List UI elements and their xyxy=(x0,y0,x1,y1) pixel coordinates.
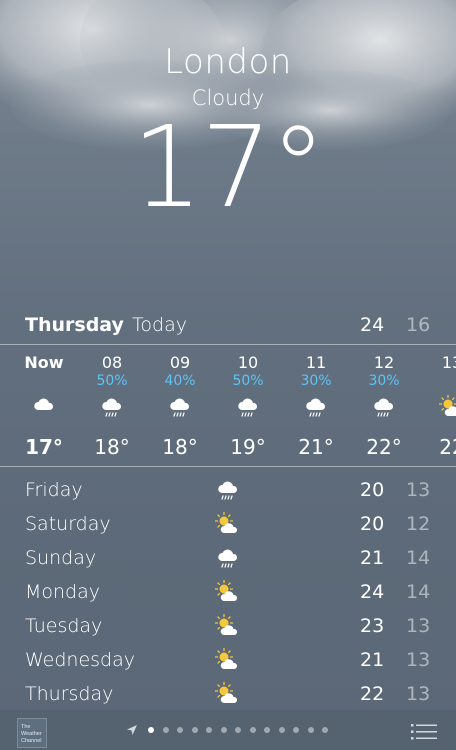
page-dot[interactable] xyxy=(220,727,227,733)
hourly-item: 11 30% 21° xyxy=(282,345,350,465)
partly-sunny-icon xyxy=(214,579,241,604)
today-day-name: Thursday xyxy=(25,314,124,336)
precip-chance: 40% xyxy=(164,373,196,389)
hourly-item: 12 30% 22° xyxy=(350,345,418,465)
day-name: Saturday xyxy=(25,513,111,535)
svg-text:Channel: Channel xyxy=(21,738,42,744)
hour-time: 08 xyxy=(101,353,123,372)
page-dot[interactable] xyxy=(249,727,256,733)
rain-cloud-icon xyxy=(235,395,261,419)
day-low: 13 xyxy=(406,649,431,671)
day-high: 24 xyxy=(360,581,385,603)
hour-temperature: 22° xyxy=(366,435,402,459)
daily-row: Thursday 22 13 xyxy=(0,678,456,712)
daily-row: Friday 20 13 xyxy=(0,474,456,508)
today-summary-row: Thursday Today 24 16 xyxy=(0,314,456,342)
hour-temperature: 17° xyxy=(25,435,63,459)
hour-temperature: 22 xyxy=(439,435,456,459)
location-arrow-icon xyxy=(127,725,137,735)
hour-time: 10 xyxy=(237,353,259,372)
rain-cloud-icon xyxy=(167,395,193,419)
day-name: Sunday xyxy=(25,547,97,569)
page-dot[interactable] xyxy=(322,727,328,733)
day-low: 14 xyxy=(406,547,431,569)
hour-time: 12 xyxy=(373,353,395,372)
day-low: 14 xyxy=(406,581,431,603)
divider xyxy=(0,466,456,467)
hour-time: Now xyxy=(24,353,64,372)
hour-temperature: 18° xyxy=(162,435,198,459)
day-low: 12 xyxy=(406,513,431,535)
hour-time: 13 xyxy=(441,353,456,372)
hourly-item: 10 50% 19° xyxy=(214,345,282,465)
hourly-item: Now 17° xyxy=(10,345,78,465)
day-high: 21 xyxy=(360,649,385,671)
precip-chance: 30% xyxy=(368,373,400,389)
page-dot[interactable] xyxy=(307,727,314,733)
page-dot[interactable] xyxy=(206,727,212,733)
rain-cloud-icon xyxy=(215,478,241,502)
precip-chance: 30% xyxy=(300,373,332,389)
footer-toolbar: The Weather Channel xyxy=(0,710,456,750)
page-dot[interactable] xyxy=(177,727,183,733)
hourly-item: 09 40% 18° xyxy=(146,345,214,465)
weather-channel-logo[interactable]: The Weather Channel xyxy=(17,718,47,748)
hour-temperature: 19° xyxy=(230,435,266,459)
day-high: 20 xyxy=(360,479,385,501)
day-high: 21 xyxy=(360,547,385,569)
day-name: Monday xyxy=(25,581,101,603)
day-name: Thursday xyxy=(25,683,114,705)
rain-cloud-icon xyxy=(99,395,125,419)
partly-sunny-icon xyxy=(214,613,241,638)
daily-row: Wednesday 21 13 xyxy=(0,644,456,678)
precip-chance: 50% xyxy=(232,373,264,389)
page-dot[interactable] xyxy=(264,727,270,733)
page-dot[interactable] xyxy=(235,727,241,733)
svg-text:The: The xyxy=(21,724,30,730)
hour-time: 11 xyxy=(305,353,327,372)
rain-cloud-icon xyxy=(371,395,397,419)
hourly-item: 13 22 xyxy=(418,345,456,465)
day-high: 23 xyxy=(360,615,385,637)
page-dot[interactable] xyxy=(162,727,169,733)
partly-sunny-icon xyxy=(438,394,456,419)
page-dot[interactable] xyxy=(191,727,198,733)
cloud-icon xyxy=(31,395,57,419)
weather-channel-logo-icon: The Weather Channel xyxy=(21,724,42,744)
partly-sunny-icon xyxy=(214,647,241,672)
day-name: Friday xyxy=(25,479,83,501)
day-low: 13 xyxy=(406,479,431,501)
daily-row: Sunday 21 14 xyxy=(0,542,456,576)
page-dot[interactable] xyxy=(293,727,299,733)
day-name: Tuesday xyxy=(25,615,103,637)
hourly-item: 08 50% 18° xyxy=(78,345,146,465)
daily-row: Tuesday 23 13 xyxy=(0,610,456,644)
day-high: 20 xyxy=(360,513,385,535)
today-label: Today xyxy=(132,314,187,336)
daily-row: Monday 24 14 xyxy=(0,576,456,610)
current-temperature: 17° xyxy=(131,103,327,233)
hour-time: 09 xyxy=(169,353,191,372)
day-high: 22 xyxy=(360,683,385,705)
day-low: 13 xyxy=(406,683,431,705)
rain-cloud-icon xyxy=(303,395,329,419)
precip-chance: 50% xyxy=(96,373,128,389)
partly-sunny-icon xyxy=(214,681,241,706)
hour-temperature: 21° xyxy=(298,435,334,459)
svg-text:Weather: Weather xyxy=(21,731,42,737)
rain-cloud-icon xyxy=(215,546,241,570)
list-icon[interactable] xyxy=(411,724,437,740)
day-low: 13 xyxy=(406,615,431,637)
partly-sunny-icon xyxy=(214,511,241,536)
hourly-forecast-strip[interactable]: Now 17° 08 50% 18° 09 40% 18° 10 50% 19° 11 30% 21° 12… xyxy=(0,345,456,465)
day-name: Wednesday xyxy=(25,649,136,671)
city-name: London xyxy=(164,42,292,82)
hour-temperature: 18° xyxy=(94,435,130,459)
page-dot[interactable] xyxy=(278,727,285,733)
daily-row: Saturday 20 12 xyxy=(0,508,456,542)
page-dot[interactable] xyxy=(148,727,154,733)
today-low: 16 xyxy=(406,314,431,336)
today-high: 24 xyxy=(360,314,385,336)
